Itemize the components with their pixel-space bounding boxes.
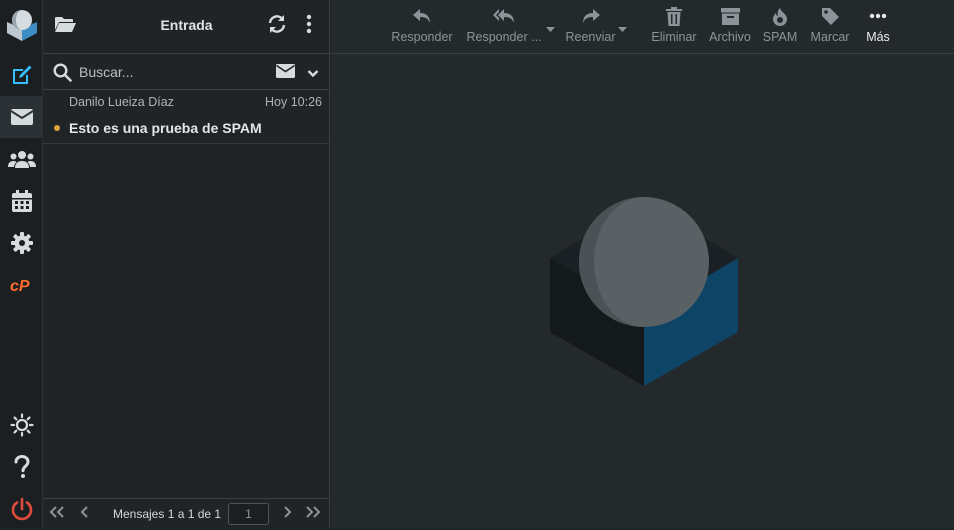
forward-button[interactable]: Reenviar [563,4,618,50]
help-icon [13,455,31,479]
cpanel-icon: cP [10,276,34,294]
next-page-button[interactable] [278,506,296,522]
archive-button[interactable]: Archivo [707,4,753,50]
caret-down-icon [546,20,555,37]
spam-label: SPAM [762,30,798,44]
page-number-input[interactable] [228,503,269,525]
mail-button[interactable] [0,96,43,138]
forward-icon [581,4,601,28]
message-from: Danilo Lueiza Díaz [69,95,174,109]
mark-button[interactable]: Marcar [807,4,853,50]
compose-icon [10,63,34,87]
message-date: Hoy 10:26 [265,95,322,109]
theme-icon [9,413,34,437]
mark-label: Marcar [810,30,850,44]
delete-button[interactable]: Eliminar [649,4,699,50]
message-toolbar: Responder Responder ... Reenviar Elimina… [331,0,954,54]
forward-dropdown[interactable] [618,20,627,38]
more-horizontal-icon [869,4,887,28]
archive-icon [720,4,740,28]
search-bar [43,54,330,90]
reply-all-dropdown[interactable] [546,20,555,38]
double-chevron-right-icon [305,505,321,523]
svg-text:cP: cP [10,278,30,294]
list-options-button[interactable] [299,14,319,38]
reply-button[interactable]: Responder [391,4,453,50]
settings-button[interactable] [0,222,43,264]
previous-page-button[interactable] [76,506,94,522]
unread-indicator [54,125,60,131]
message-list-panel: Entrada Buscar... Danilo Lueiza Díaz Hoy… [43,0,330,528]
search-icon[interactable] [53,63,72,87]
tag-icon [821,4,840,28]
roundcube-watermark-logo [549,196,739,393]
calendar-button[interactable] [0,180,43,222]
roundcube-logo-icon[interactable] [6,8,38,42]
settings-icon [10,232,33,254]
compose-button[interactable] [0,54,43,96]
more-label: Más [866,30,890,44]
forward-label: Reenviar [565,30,616,44]
message-subject: Esto es una prueba de SPAM [69,120,262,136]
refresh-button[interactable] [265,14,289,38]
last-page-button[interactable] [304,506,322,522]
double-chevron-left-icon [49,505,65,523]
app-nav: cP [0,0,43,528]
logout-icon [11,497,33,521]
search-options-chevron-down-icon[interactable] [307,65,319,83]
search-input[interactable] [77,61,267,83]
list-header: Entrada [43,0,330,54]
theme-toggle-button[interactable] [0,404,43,446]
reply-all-label: Responder ... [466,30,542,44]
message-count: Mensajes 1 a 1 de 1 [113,507,222,521]
mail-icon [9,107,34,127]
reply-icon [412,4,432,28]
refresh-icon [267,14,287,39]
archive-label: Archivo [709,30,751,44]
trash-icon [666,4,682,28]
pagination-bar: Mensajes 1 a 1 de 1 [43,498,330,528]
message-row[interactable]: Danilo Lueiza Díaz Hoy 10:26 Esto es una… [43,90,330,144]
caret-down-icon [618,20,627,37]
logout-button[interactable] [0,488,43,530]
help-button[interactable] [0,446,43,488]
spam-button[interactable]: SPAM [761,4,799,50]
more-button[interactable]: Más [861,4,895,50]
contacts-icon [7,149,36,169]
more-vertical-icon [306,14,312,39]
reply-all-icon [492,4,516,28]
fire-icon [772,4,788,28]
chevron-right-icon [282,505,292,523]
reply-label: Responder [391,30,453,44]
chevron-left-icon [80,505,90,523]
search-scope-envelope-icon[interactable] [276,64,295,83]
delete-label: Eliminar [651,30,697,44]
contacts-button[interactable] [0,138,43,180]
calendar-icon [11,189,33,213]
message-preview-panel: Responder Responder ... Reenviar Elimina… [331,0,954,528]
cpanel-button[interactable]: cP [0,264,43,306]
first-page-button[interactable] [48,506,66,522]
reply-all-button[interactable]: Responder ... [462,4,546,50]
